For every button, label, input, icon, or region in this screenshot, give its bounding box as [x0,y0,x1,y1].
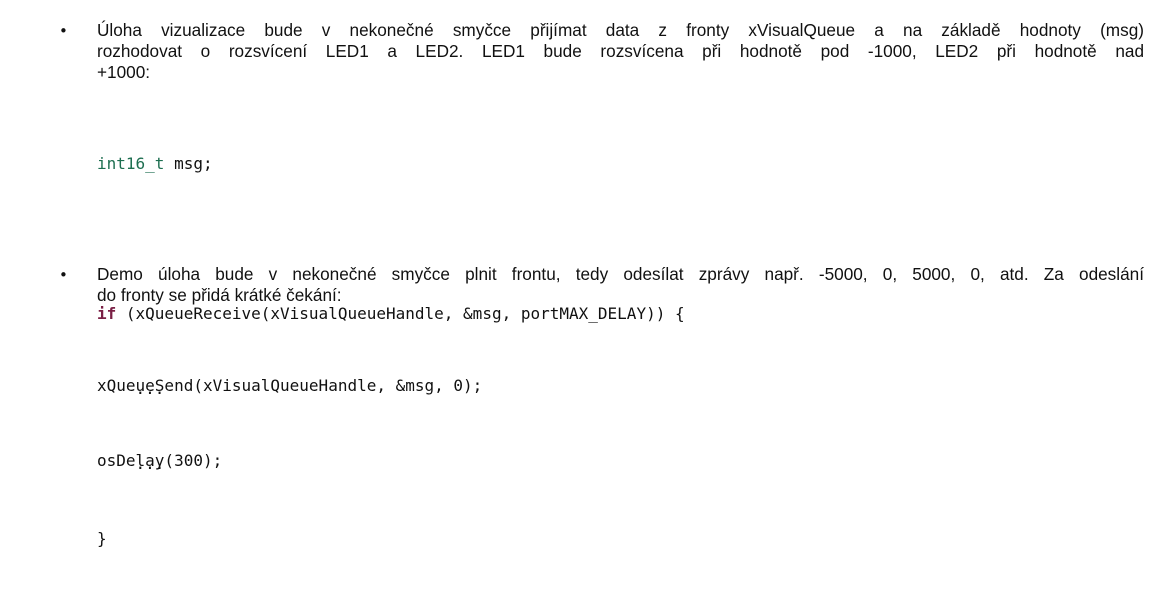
document-page: • Úloha vizualizace bude v nekonečné smy… [0,0,1175,548]
code-line-os-delay: osDelay(300); [97,451,223,470]
code-line-queue-send: xQueueSend(xVisualQueueHandle, &msg, 0); [97,376,483,395]
paragraph-line: +1000: [97,62,151,82]
paragraph-line: Úloha vizualizace bude v nekonečné smyčc… [97,20,1144,40]
code-line-declaration: int16_t msg; [97,151,685,176]
code-text: (xQueueReceive(xVisualQueueHandle, &msg,… [116,304,685,323]
paragraph-line: do fronty se přidá krátké čekání: [97,285,342,305]
code-block-send: xQueueSend(xVisualQueueHandle, &msg, 0);… [97,323,482,523]
bullet-marker: • [59,266,68,284]
code-if-keyword: if [97,304,117,323]
paragraph-demo-task: Demo úloha bude v nekonečné smyčce plnit… [97,264,1144,306]
paragraph-visualization-task: Úloha vizualizace bude v nekonečné smyčc… [97,20,1144,83]
code-line-close-brace: } [97,529,107,548]
paragraph-line: Demo úloha bude v nekonečné smyčce plnit… [97,264,1144,284]
bullet-marker: • [59,22,68,40]
code-type-keyword: int16_t [97,154,165,173]
paragraph-line: rozhodovat o rozsvícení LED1 a LED2. LED… [97,41,1144,61]
code-text: msg; [164,154,213,173]
